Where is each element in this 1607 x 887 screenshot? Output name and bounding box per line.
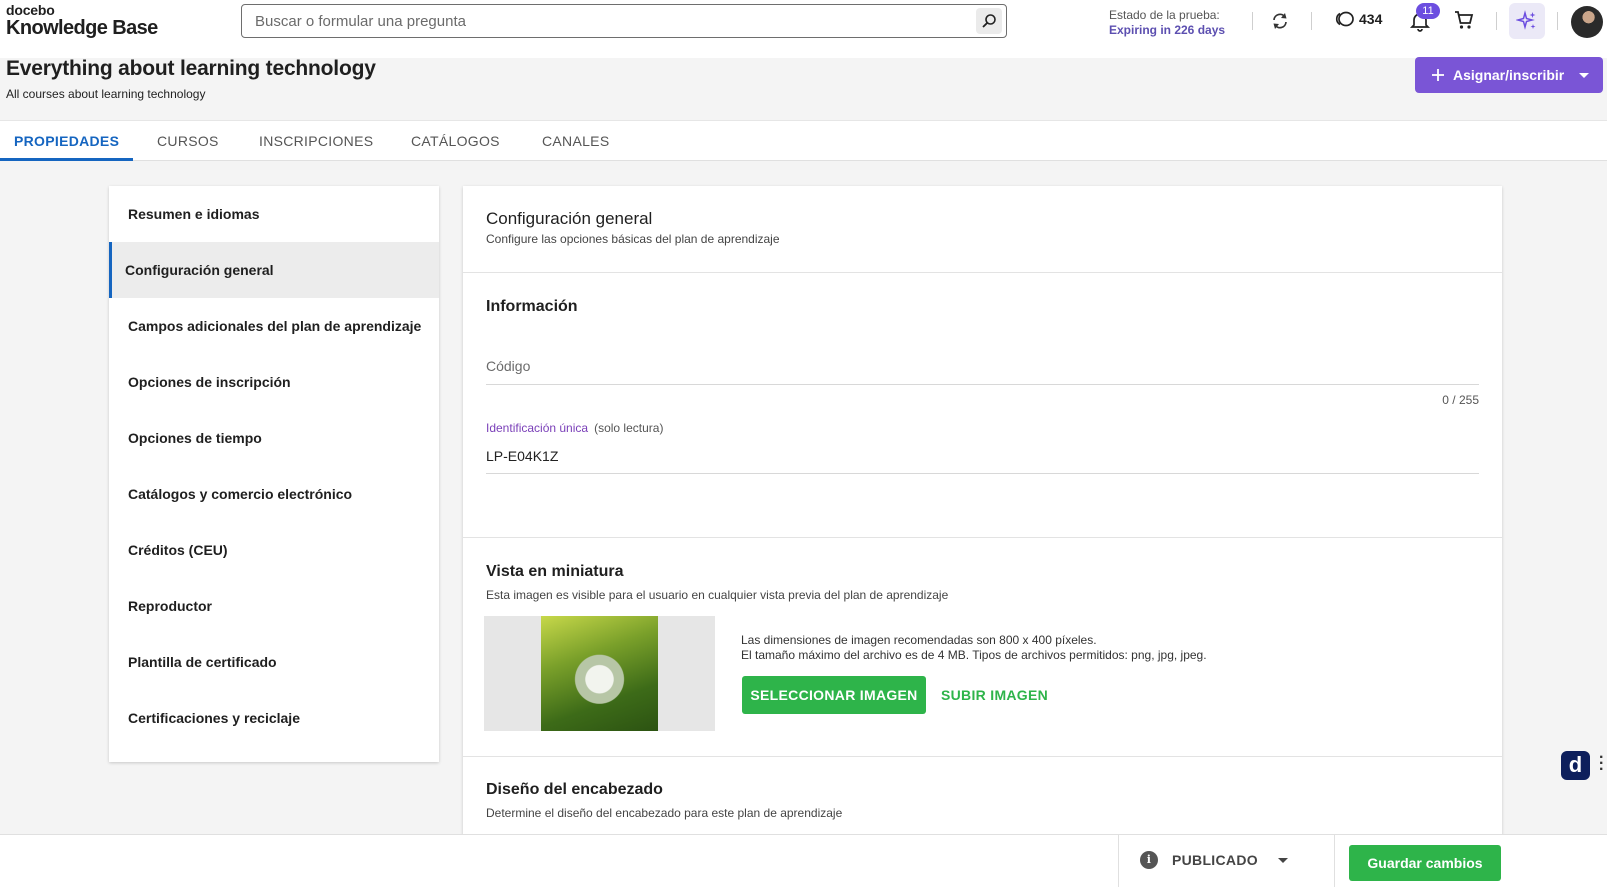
divider [1252,12,1253,30]
thumbnail-requirements: Las dimensiones de imagen recomendadas s… [741,633,1207,663]
sidebar-item-certifications-retraining[interactable]: Certificaciones y reciclaje [109,690,439,746]
tab-catalogos[interactable]: CATÁLOGOS [411,121,500,161]
thumbnail-image [541,616,658,731]
chevron-down-icon [1277,857,1288,863]
sidebar-item-general-config[interactable]: Configuración general [109,242,439,298]
cart-button[interactable] [1453,9,1477,33]
credits-value: 434 [1359,11,1383,27]
divider [1334,835,1335,887]
page-title: Everything about learning technology [6,57,376,80]
code-input[interactable] [486,348,1479,384]
save-changes-button[interactable]: Guardar cambios [1349,845,1501,881]
sync-icon [1273,13,1287,29]
brand-logo-title[interactable]: Knowledge Base [6,17,158,40]
sidebar-item-additional-fields[interactable]: Campos adicionales del plan de aprendiza… [109,298,439,354]
header-design-section: Diseño del encabezado Determine el diseñ… [463,757,1502,836]
chevron-down-icon [1579,72,1589,78]
credits-counter[interactable]: 434 [1335,11,1382,27]
tab-inscripciones[interactable]: INSCRIPCIONES [259,121,373,161]
general-config-section: Configuración general Configure las opci… [463,186,1502,273]
upload-image-button[interactable]: SUBIR IMAGEN [941,676,1048,714]
select-image-button[interactable]: SELECCIONAR IMAGEN [742,676,926,714]
ai-assistant-button[interactable] [1509,3,1545,39]
user-avatar[interactable] [1571,6,1603,38]
trial-value[interactable]: Expiring in 226 days [1109,23,1225,37]
sidebar-item-catalogs-ecommerce[interactable]: Catálogos y comercio electrónico [109,466,439,522]
settings-panel: Configuración general Configure las opci… [463,186,1502,836]
code-char-counter: 0 / 255 [1442,393,1479,407]
plus-icon [1432,69,1444,81]
thumbnail-description: Esta imagen es visible para el usuario e… [486,588,949,602]
code-field-underline [486,384,1479,385]
divider [1311,12,1312,30]
trial-status: Estado de la prueba: Expiring in 226 day… [1109,8,1225,37]
search-icon [982,14,996,28]
top-bar: docebo Knowledge Base Estado de la prueb… [0,0,1607,58]
section-description: Configure las opciones básicas del plan … [486,232,780,246]
sidebar-item-certificate-template[interactable]: Plantilla de certificado [109,634,439,690]
sidebar-item-summary-languages[interactable]: Resumen e idiomas [109,186,439,242]
header-design-title: Diseño del encabezado [486,781,663,798]
notification-badge: 11 [1416,3,1440,19]
tab-canales[interactable]: CANALES [542,121,609,161]
tab-bar: PROPIEDADES CURSOS INSCRIPCIONES CATÁLOG… [0,120,1607,161]
sidebar-item-time-options[interactable]: Opciones de tiempo [109,410,439,466]
docebo-widget-button[interactable]: d [1561,751,1590,780]
uid-value: LP-E04K1Z [486,448,559,464]
search-button[interactable] [976,8,1002,34]
thumbnail-title: Vista en miniatura [486,563,624,580]
divider [1496,12,1497,30]
uid-label: Identificación única [486,421,589,435]
info-icon: i [1140,851,1158,869]
sidebar-item-credits[interactable]: Créditos (CEU) [109,522,439,578]
publish-status-dropdown[interactable]: i PUBLICADO [1140,851,1288,869]
header-design-description: Determine el diseño del encabezado para … [486,806,843,820]
thumbnail-preview [484,616,715,731]
publish-status-label: PUBLICADO [1172,852,1258,868]
page-subtitle: All courses about learning technology [6,87,206,101]
search-input[interactable] [242,5,942,37]
tab-cursos[interactable]: CURSOS [157,121,219,161]
settings-sidebar: Resumen e idiomas Configuración general … [109,186,439,762]
cart-icon [1455,11,1474,29]
tab-propiedades[interactable]: PROPIEDADES [14,121,119,161]
search-bar [241,4,1007,38]
sidebar-item-enrollment-options[interactable]: Opciones de inscripción [109,354,439,410]
assign-enroll-label: Asignar/inscribir [1453,67,1565,83]
brand-logo-small[interactable]: docebo [6,2,55,18]
divider [1557,12,1558,30]
more-vertical-icon[interactable]: · · · [1599,750,1604,778]
trial-label: Estado de la prueba: [1109,8,1220,22]
thumbnail-dimensions-text: Las dimensiones de imagen recomendadas s… [741,633,1097,647]
divider [1118,835,1119,887]
sidebar-item-player[interactable]: Reproductor [109,578,439,634]
thumbnail-size-text: El tamaño máximo del archivo es de 4 MB.… [741,648,1207,662]
uid-field-underline [486,473,1479,474]
active-tab-indicator [0,158,133,161]
assign-enroll-button[interactable]: Asignar/inscribir [1415,57,1603,93]
uid-label-row: Identificación única (solo lectura) [486,421,663,435]
sparkle-icon [1516,10,1536,30]
credits-icon [1335,11,1354,27]
sync-button[interactable] [1268,9,1292,33]
uid-readonly-note: (solo lectura) [594,421,664,435]
information-section: Información Código 0 / 255 Identificació… [463,273,1502,538]
information-title: Información [486,298,578,315]
section-title: Configuración general [486,209,653,228]
bottom-action-bar: i PUBLICADO Guardar cambios [0,834,1607,887]
